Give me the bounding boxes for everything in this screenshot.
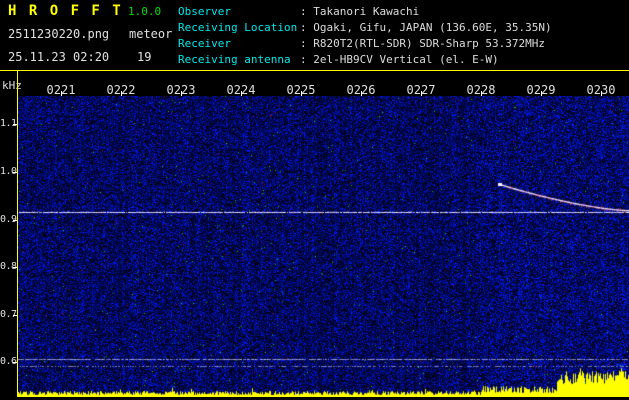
spectrogram-canvas [18,96,629,397]
y-axis-tick-label: 0.7 [0,309,17,320]
station-info: Observer: Takanori Kawachi Receiving Loca… [178,4,552,68]
x-axis-tick-label: 0228 [466,83,496,97]
y-axis-tick-label: 0.6 [0,356,17,367]
station-info-label: Observer [178,5,231,18]
x-axis-tick-label: 0229 [526,83,556,97]
station-info-value: : R820T2(RTL-SDR) SDR-Sharp 53.372MHz [300,37,546,50]
x-axis-tick-label: 0222 [106,83,136,97]
header-separator [0,70,629,71]
y-axis-tick-label: 0.8 [0,261,17,272]
observation-datetime: 25.11.23 02:20 [8,50,110,64]
station-info-label: Receiving Location [178,21,298,34]
x-axis-tick-label: 0223 [166,83,196,97]
app-version: 1.0.0 [128,5,162,18]
x-axis-tick-label: 0230 [586,83,616,97]
station-info-row: Receiving antenna : 2el-HB9CV Vertical (e… [178,52,552,68]
station-info-value: : Ogaki, Gifu, JAPAN (136.60E, 35.35N) [300,21,552,34]
output-filename: 2511230220.png [8,27,110,41]
station-info-row: Receiving Location: Ogaki, Gifu, JAPAN (… [178,20,552,36]
observation-mode: meteor [129,27,173,41]
echo-count: 19 [137,50,152,64]
app-title: H R O F F T [8,3,123,19]
x-axis-tick-label: 0227 [406,83,436,97]
station-info-value: : Takanori Kawachi [300,5,420,18]
x-axis-tick-label: 0226 [346,83,376,97]
y-axis-tick-label: 1.0 [0,166,17,177]
hrofft-output-screen: H R O F F T 1.0.0 2511230220.png meteor … [0,0,629,400]
x-axis-tick-label: 0225 [286,83,316,97]
y-axis-tick-label: 0.9 [0,214,17,225]
station-info-label: Receiving antenna [178,53,291,66]
station-info-value: : 2el-HB9CV Vertical (el. E-W) [300,53,499,66]
station-info-label: Receiver [178,37,231,50]
y-axis-unit-label: kHz [2,79,22,92]
y-axis-tick-label: 1.1 [0,118,17,129]
station-info-row: Receiver : R820T2(RTL-SDR) SDR-Sharp 53.3… [178,36,552,52]
x-axis-tick-label: 0224 [226,83,256,97]
x-axis-tick-label: 0221 [46,83,76,97]
station-info-row: Observer : Takanori Kawachi [178,4,552,20]
